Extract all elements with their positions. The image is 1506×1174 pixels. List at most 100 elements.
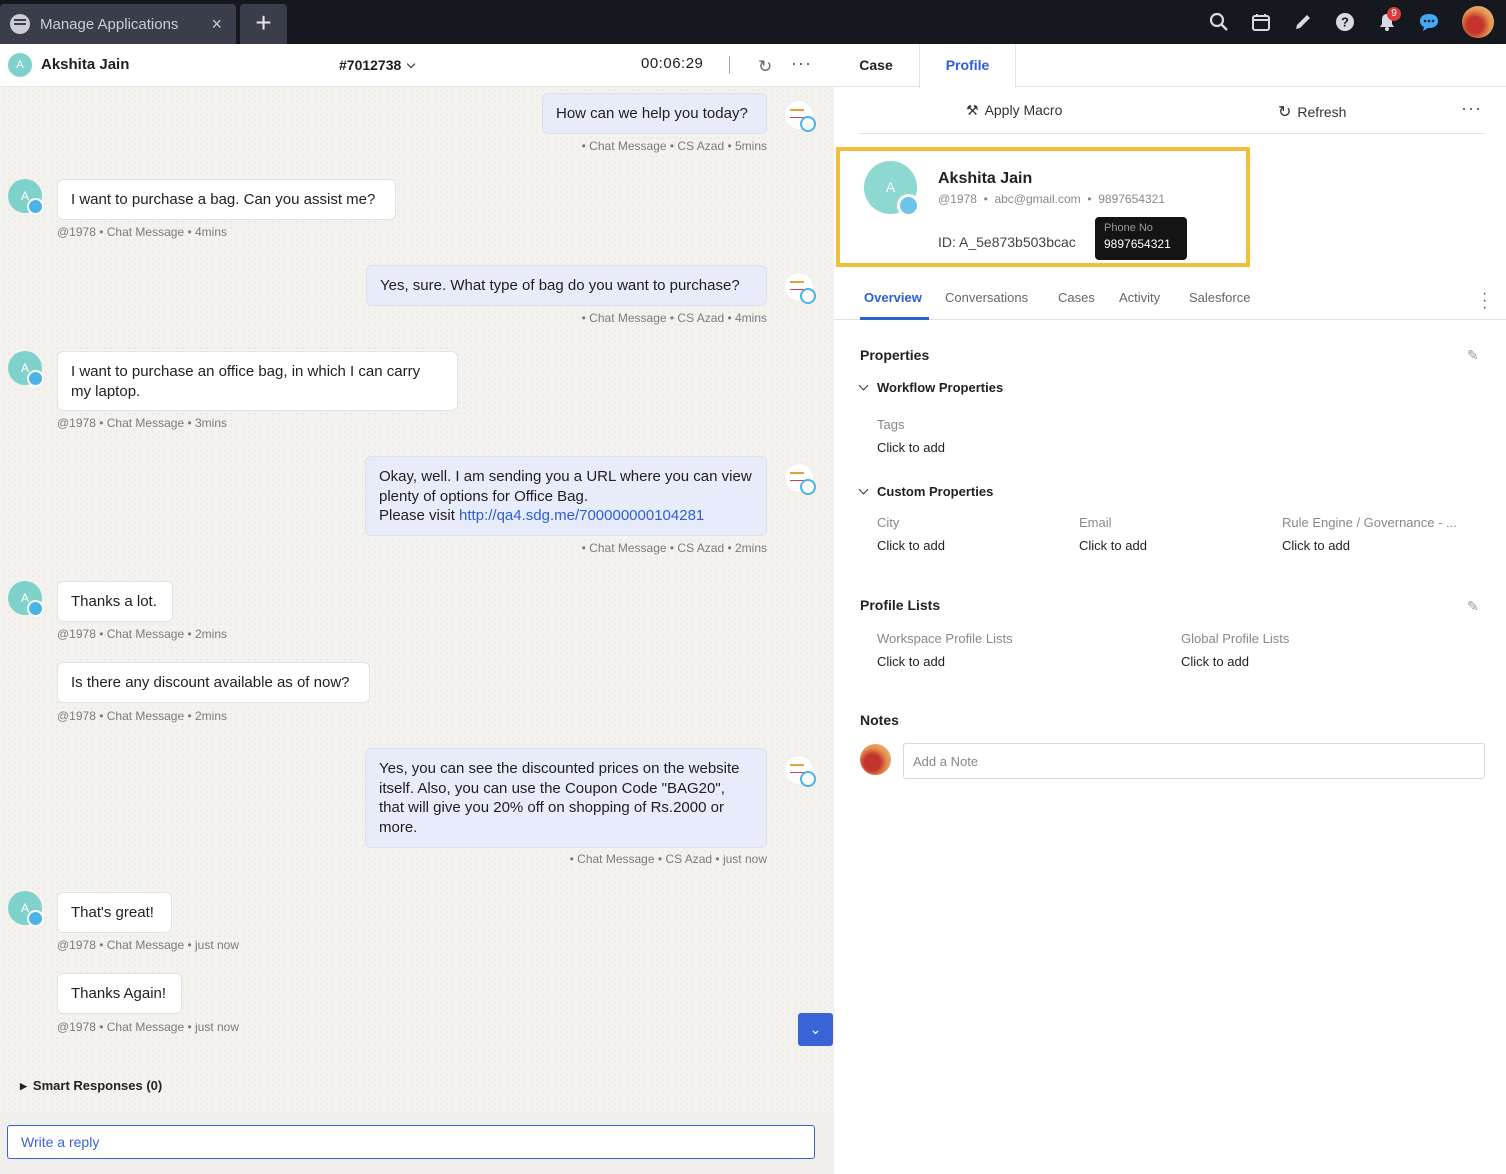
scroll-to-bottom-button[interactable]: ⌄ bbox=[798, 1013, 833, 1046]
message-text: Please visit bbox=[379, 507, 460, 524]
email-value[interactable]: Click to add bbox=[1079, 538, 1147, 553]
agent-message: How can we help you today? bbox=[542, 93, 767, 134]
calendar-icon[interactable] bbox=[1240, 0, 1282, 44]
close-icon[interactable]: × bbox=[211, 14, 222, 35]
customer-message: I want to purchase an office bag, in whi… bbox=[57, 351, 458, 411]
apply-macro-button[interactable]: ⚒ Apply Macro bbox=[966, 102, 1062, 119]
help-icon[interactable]: ? bbox=[1324, 0, 1366, 44]
customer-avatar: A bbox=[8, 581, 44, 617]
message-text: I want to purchase an office bag, in whi… bbox=[71, 363, 421, 400]
notification-badge: 9 bbox=[1387, 7, 1401, 21]
tab-cases[interactable]: Cases bbox=[1058, 290, 1095, 305]
city-label: City bbox=[877, 515, 900, 530]
tab-title: Manage Applications bbox=[40, 15, 179, 33]
tab-conversations[interactable]: Conversations bbox=[945, 290, 1028, 305]
custom-properties-toggle[interactable]: Custom Properties bbox=[858, 484, 994, 499]
chevron-down-icon bbox=[858, 484, 869, 495]
notes-title: Notes bbox=[860, 712, 899, 728]
active-tab-indicator bbox=[860, 317, 929, 320]
double-chevron-down-icon: ⌄ bbox=[809, 1021, 822, 1037]
tags-value[interactable]: Click to add bbox=[877, 440, 945, 455]
chevron-down-icon bbox=[858, 380, 869, 391]
user-avatar[interactable] bbox=[1450, 0, 1506, 44]
message-text: Thanks a lot. bbox=[71, 593, 157, 610]
more-options-icon[interactable]: ··· bbox=[1461, 98, 1482, 119]
refresh-label: Refresh bbox=[1297, 104, 1347, 120]
city-value[interactable]: Click to add bbox=[877, 538, 945, 553]
smart-responses-label: Smart Responses (0) bbox=[32, 1078, 163, 1093]
message-meta: • Chat Message • CS Azad • 4mins bbox=[581, 311, 767, 325]
agent-message: Yes, you can see the discounted prices o… bbox=[365, 748, 767, 848]
properties-title: Properties bbox=[860, 347, 930, 363]
message-meta: @1978 • Chat Message • just now bbox=[57, 1020, 240, 1034]
global-lists-label: Global Profile Lists bbox=[1181, 631, 1290, 646]
search-icon[interactable] bbox=[1198, 0, 1240, 44]
customer-avatar: A bbox=[8, 351, 44, 387]
tab-profile[interactable]: Profile bbox=[919, 44, 1016, 88]
workflow-properties-toggle[interactable]: Workflow Properties bbox=[858, 380, 1004, 395]
caret-right-icon: ▶ bbox=[20, 1081, 27, 1091]
message-link[interactable]: http://qa4.sdg.me/700000000104281 bbox=[459, 507, 704, 524]
customer-avatar: A bbox=[8, 179, 44, 215]
divider bbox=[729, 56, 730, 74]
reply-input[interactable]: Write a reply bbox=[7, 1125, 815, 1159]
case-number: #7012738 bbox=[339, 57, 402, 73]
agent-avatar bbox=[784, 100, 816, 132]
message-meta: • Chat Message • CS Azad • 2mins bbox=[581, 541, 767, 555]
apply-macro-label: Apply Macro bbox=[984, 102, 1063, 118]
workflow-properties-title: Workflow Properties bbox=[877, 380, 1004, 395]
more-options-icon[interactable]: ··· bbox=[791, 53, 812, 74]
custom-properties-title: Custom Properties bbox=[877, 484, 994, 499]
message-meta: @1978 • Chat Message • just now bbox=[57, 938, 240, 952]
message-meta: • Chat Message • CS Azad • 5mins bbox=[581, 139, 767, 153]
conversation-timer: 00:06:29 bbox=[641, 55, 704, 72]
new-tab-button[interactable]: + bbox=[240, 4, 287, 44]
customer-message: I want to purchase a bag. Can you assist… bbox=[57, 179, 396, 220]
magic-wand-icon: ⚒ bbox=[966, 102, 979, 118]
rule-engine-value[interactable]: Click to add bbox=[1282, 538, 1350, 553]
edit-icon[interactable]: ✎ bbox=[1467, 598, 1479, 615]
customer-avatar: A bbox=[8, 891, 44, 927]
agent-avatar bbox=[784, 755, 816, 787]
tab-case[interactable]: Case bbox=[834, 44, 918, 88]
message-text: Thanks Again! bbox=[71, 985, 167, 1002]
refresh-icon[interactable]: ↻ bbox=[758, 57, 772, 77]
tab-activity[interactable]: Activity bbox=[1119, 290, 1160, 305]
vertical-dots-icon[interactable]: · · · bbox=[1482, 286, 1487, 316]
message-meta: • Chat Message • CS Azad • just now bbox=[569, 852, 767, 866]
bell-icon[interactable]: 9 bbox=[1366, 0, 1408, 44]
chat-icon[interactable] bbox=[1408, 0, 1450, 44]
global-lists-value[interactable]: Click to add bbox=[1181, 654, 1249, 669]
customer-message: Is there any discount available as of no… bbox=[57, 662, 370, 703]
profile-lists-title: Profile Lists bbox=[860, 597, 941, 613]
conversation-header: A Akshita Jain #7012738 00:06:29 ↻ ··· bbox=[0, 44, 834, 87]
agent-message: Yes, sure. What type of bag do you want … bbox=[366, 265, 767, 306]
case-number-dropdown[interactable]: #7012738 bbox=[339, 57, 416, 73]
workspace-lists-label: Workspace Profile Lists bbox=[877, 631, 1013, 646]
agent-message: Okay, well. I am sending you a URL where… bbox=[365, 456, 767, 536]
top-bar: Manage Applications × + ? 9 bbox=[0, 0, 1506, 44]
refresh-button[interactable]: ↻ Refresh bbox=[1278, 102, 1346, 122]
customer-name: Akshita Jain bbox=[41, 56, 130, 73]
message-text: That's great! bbox=[71, 904, 154, 921]
workspace-lists-value[interactable]: Click to add bbox=[877, 654, 945, 669]
message-text: Yes, sure. What type of bag do you want … bbox=[380, 277, 740, 294]
tags-label: Tags bbox=[877, 417, 905, 432]
agent-avatar bbox=[784, 463, 816, 495]
tab-manage-applications[interactable]: Manage Applications × bbox=[0, 4, 236, 44]
chat-bubble-icon bbox=[10, 14, 30, 34]
tab-overview[interactable]: Overview bbox=[864, 290, 922, 305]
note-author-avatar bbox=[860, 744, 891, 775]
pencil-icon[interactable] bbox=[1282, 0, 1324, 44]
divider bbox=[834, 319, 1506, 320]
customer-message: That's great! bbox=[57, 892, 172, 933]
smart-responses-toggle[interactable]: ▶ Smart Responses (0) bbox=[20, 1078, 162, 1093]
edit-icon[interactable]: ✎ bbox=[1467, 347, 1479, 364]
tab-salesforce[interactable]: Salesforce bbox=[1189, 290, 1250, 305]
message-text: Okay, well. I am sending you a URL where… bbox=[379, 468, 752, 505]
add-note-input[interactable]: Add a Note bbox=[903, 743, 1485, 779]
right-panel-tabs: Case Profile bbox=[834, 44, 1506, 88]
refresh-icon: ↻ bbox=[1278, 104, 1292, 121]
customer-message: Thanks a lot. bbox=[57, 581, 173, 622]
customer-avatar: A bbox=[8, 53, 32, 77]
